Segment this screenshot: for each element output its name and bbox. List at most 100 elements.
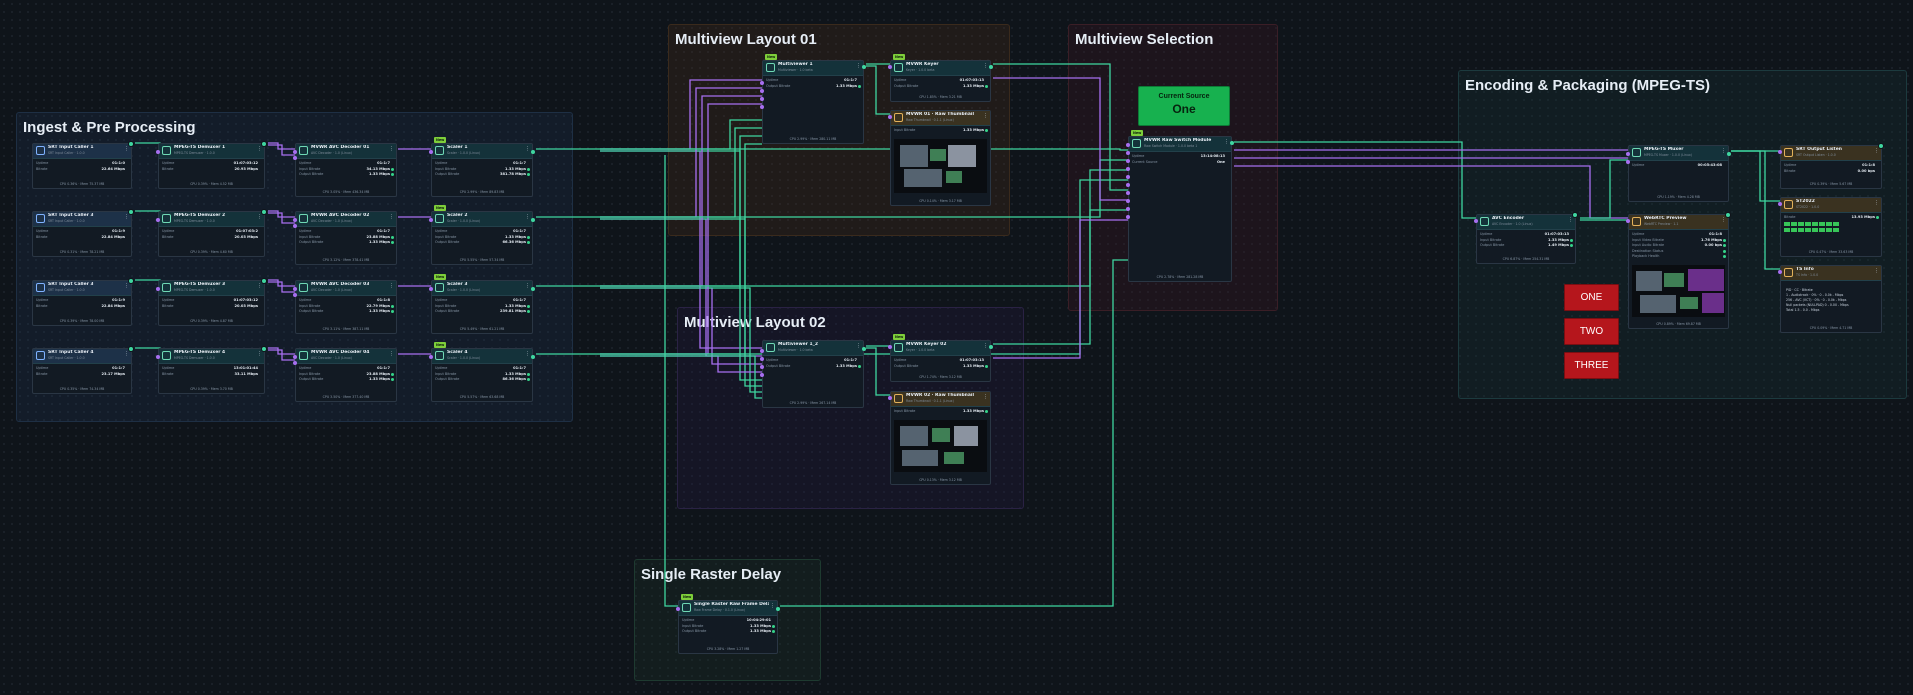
pipeline-canvas[interactable]: Ingest & Pre Processing Multiview Layout… [0, 0, 1913, 695]
input-port[interactable] [888, 65, 892, 69]
avc-decoder-node[interactable]: MVWR AVC Decoder 04 AVC Decoder · 1.0 (L… [293, 348, 397, 402]
input-port[interactable] [156, 355, 160, 359]
input-port[interactable] [1126, 207, 1130, 211]
input-port[interactable] [1126, 159, 1130, 163]
input-port[interactable] [888, 396, 892, 400]
input-port[interactable] [293, 361, 297, 365]
input-port[interactable] [1126, 183, 1130, 187]
output-port[interactable] [128, 209, 134, 215]
st2022-node[interactable]: ST2022 ST2022 · 1.0.0 ⋮ Bitrate 13.93 Mbp… [1778, 197, 1882, 257]
kebab-menu-icon[interactable]: ⋮ [983, 394, 988, 400]
output-port[interactable] [261, 278, 267, 284]
input-port[interactable] [1126, 199, 1130, 203]
input-port[interactable] [760, 105, 764, 109]
input-port[interactable] [888, 345, 892, 349]
srt-output-node[interactable]: SRT Output Listen SRT Output Listen · 1.… [1778, 143, 1884, 189]
current-source-panel[interactable]: Current Source One [1138, 86, 1230, 126]
demuxer-node[interactable]: MPEG-TS Demuxer 3 MPEG-TS Demuxer · 1.0.… [156, 278, 267, 326]
input-port[interactable] [156, 150, 160, 154]
kebab-menu-icon[interactable]: ⋮ [124, 214, 129, 220]
input-port[interactable] [1626, 219, 1630, 223]
srt-input-node[interactable]: SRT Input Caller 1 SRT Input Caller · 1.… [32, 141, 134, 189]
kebab-menu-icon[interactable]: ⋮ [1874, 200, 1879, 206]
input-port[interactable] [1778, 202, 1782, 206]
input-port[interactable] [1126, 167, 1130, 171]
input-port[interactable] [293, 287, 297, 291]
input-port[interactable] [760, 365, 764, 369]
source-three-button[interactable]: THREE [1564, 352, 1619, 379]
input-port[interactable] [760, 97, 764, 101]
frame-delay-node[interactable]: New Single Raster Raw Frame Delay Raw Fr… [676, 594, 780, 654]
output-port[interactable] [1572, 212, 1578, 218]
input-port[interactable] [760, 373, 764, 377]
kebab-menu-icon[interactable]: ⋮ [983, 343, 988, 349]
input-port[interactable] [1126, 191, 1130, 195]
output-port[interactable] [989, 345, 993, 349]
kebab-menu-icon[interactable]: ⋮ [525, 214, 530, 220]
input-port[interactable] [429, 355, 433, 359]
srt-input-node[interactable]: SRT Input Caller 3 SRT Input Caller · 1.… [32, 209, 134, 257]
kebab-menu-icon[interactable]: ⋮ [389, 214, 394, 220]
kebab-menu-icon[interactable]: ⋮ [525, 283, 530, 289]
input-port[interactable] [429, 287, 433, 291]
scaler-node[interactable]: New Scaler 4 Scaler · 1.0.0 (Linux) ⋮ Up… [429, 342, 535, 402]
demuxer-node[interactable]: MPEG-TS Demuxer 4 MPEG-TS Demuxer · 1.0.… [156, 346, 267, 394]
output-port[interactable] [531, 287, 535, 291]
source-two-button[interactable]: TWO [1564, 318, 1619, 345]
kebab-menu-icon[interactable]: ⋮ [389, 283, 394, 289]
kebab-menu-icon[interactable]: ⋮ [770, 603, 775, 609]
kebab-menu-icon[interactable]: ⋮ [124, 283, 129, 289]
ts-muxer-node[interactable]: MPEG-TS Muxer MPEG-TS Muxer · 1.0.0 (Lin… [1626, 145, 1731, 202]
demuxer-node[interactable]: MPEG-TS Demuxer 1 MPEG-TS Demuxer · 1.0.… [156, 141, 267, 189]
input-port[interactable] [293, 355, 297, 359]
input-port[interactable] [888, 115, 892, 119]
input-port[interactable] [760, 357, 764, 361]
kebab-menu-icon[interactable]: ⋮ [1721, 217, 1726, 223]
output-port[interactable] [1727, 152, 1731, 156]
output-port[interactable] [261, 141, 267, 147]
output-port[interactable] [128, 141, 134, 147]
input-port[interactable] [1126, 175, 1130, 179]
keyer-node[interactable]: New MVWR Keyer Keyer · 1.0.0 beta ⋮ Upti… [888, 54, 993, 102]
kebab-menu-icon[interactable]: ⋮ [257, 146, 262, 152]
input-port[interactable] [293, 150, 297, 154]
kebab-menu-icon[interactable]: ⋮ [1568, 217, 1573, 223]
output-port[interactable] [989, 65, 993, 69]
kebab-menu-icon[interactable]: ⋮ [1721, 148, 1726, 154]
output-port[interactable] [128, 346, 134, 352]
kebab-menu-icon[interactable]: ⋮ [257, 283, 262, 289]
output-port[interactable] [531, 150, 535, 154]
kebab-menu-icon[interactable]: ⋮ [1224, 139, 1229, 145]
input-port[interactable] [429, 218, 433, 222]
kebab-menu-icon[interactable]: ⋮ [124, 351, 129, 357]
output-port[interactable] [531, 218, 535, 222]
output-port[interactable] [1230, 141, 1234, 145]
output-port[interactable] [862, 347, 866, 351]
srt-input-node[interactable]: SRT Input Caller 4 SRT Input Caller · 1.… [32, 346, 134, 394]
avc-decoder-node[interactable]: MVWR AVC Decoder 02 AVC Decoder · 1.0 (L… [293, 211, 397, 265]
input-port[interactable] [293, 156, 297, 160]
input-port[interactable] [1778, 150, 1782, 154]
kebab-menu-icon[interactable]: ⋮ [856, 343, 861, 349]
input-port[interactable] [293, 218, 297, 222]
input-port[interactable] [760, 89, 764, 93]
output-port[interactable] [261, 346, 267, 352]
input-port[interactable] [1126, 215, 1130, 219]
input-port[interactable] [1778, 270, 1782, 274]
kebab-menu-icon[interactable]: ⋮ [257, 214, 262, 220]
kebab-menu-icon[interactable]: ⋮ [1874, 268, 1879, 274]
input-port[interactable] [429, 150, 433, 154]
input-port[interactable] [156, 218, 160, 222]
output-port[interactable] [862, 65, 866, 69]
input-port[interactable] [1626, 152, 1630, 156]
multiviewer-node[interactable]: Multiviewer 1_2 Multiviewer · 1.0 beta ⋮… [760, 340, 866, 408]
kebab-menu-icon[interactable]: ⋮ [389, 351, 394, 357]
source-one-button[interactable]: ONE [1564, 284, 1619, 311]
ts-info-node[interactable]: TS Info TS Info · 1.0.0 ⋮ PID · CC · Bit… [1778, 265, 1882, 333]
output-port[interactable] [1725, 212, 1731, 218]
output-port[interactable] [128, 278, 134, 284]
input-port[interactable] [676, 607, 680, 611]
kebab-menu-icon[interactable]: ⋮ [525, 146, 530, 152]
srt-input-node[interactable]: SRT Input Caller 3 SRT Input Caller · 1.… [32, 278, 134, 326]
kebab-menu-icon[interactable]: ⋮ [389, 146, 394, 152]
